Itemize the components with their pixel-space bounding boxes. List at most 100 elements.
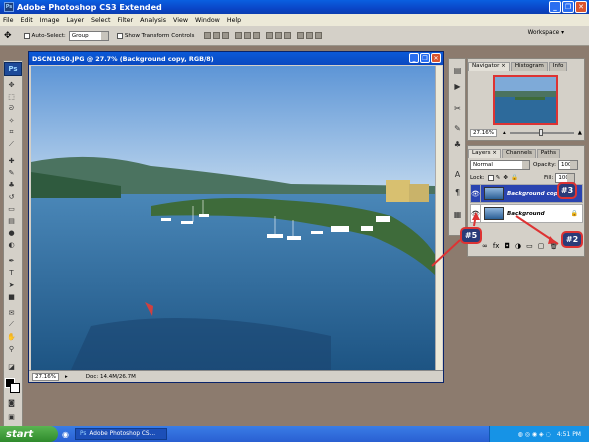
menu-analysis[interactable]: Analysis (140, 17, 166, 24)
hand-tool-icon[interactable]: ✋ (6, 332, 17, 341)
tool-presets-icon[interactable]: ✂ (452, 103, 463, 114)
distribute-center-icon[interactable] (306, 32, 314, 39)
menu-layer[interactable]: Layer (66, 17, 84, 24)
doc-close-button[interactable]: ✕ (431, 53, 441, 63)
navigator-zoom-value[interactable]: 27.16% (470, 129, 497, 137)
menu-image[interactable]: Image (40, 17, 60, 24)
align-center-icon[interactable] (244, 32, 252, 39)
brush-tool-icon[interactable]: ✎ (6, 168, 17, 177)
tab-channels[interactable]: Channels (501, 149, 536, 158)
tab-layers[interactable]: Layers × (468, 149, 501, 158)
screen-mode-icon[interactable]: ▣ (6, 412, 17, 421)
zoom-in-icon[interactable]: ▲ (578, 130, 582, 136)
lock-transparent-icon[interactable] (487, 175, 494, 181)
zoom-level[interactable]: 27.16% (32, 372, 59, 381)
layer-name[interactable]: Background (507, 211, 545, 217)
lock-all-icon[interactable]: 🔒 (511, 175, 518, 181)
document-title-bar[interactable]: DSCN1050.JPG @ 27.7% (Background copy, R… (29, 52, 443, 65)
align-top-icon[interactable] (204, 32, 212, 39)
align-right-icon[interactable] (253, 32, 261, 39)
distribute-middle-icon[interactable] (275, 32, 283, 39)
zoom-tool-icon[interactable]: ⚲ (6, 344, 17, 353)
align-left-icon[interactable] (235, 32, 243, 39)
menu-edit[interactable]: Edit (21, 17, 33, 24)
close-button[interactable]: ✕ (575, 1, 587, 13)
blur-tool-icon[interactable]: ● (6, 228, 17, 237)
tray-icons[interactable]: ◍ ◎ ◉ ◈ ◌ (518, 431, 551, 438)
character-panel-icon[interactable]: A (452, 169, 463, 180)
lasso-tool-icon[interactable]: ᘐ (6, 104, 17, 113)
tab-info[interactable]: Info (548, 62, 568, 71)
move-tool-icon[interactable]: ✥ (4, 31, 12, 41)
restore-button[interactable]: ❐ (562, 1, 574, 13)
new-group-icon[interactable]: ▭ (526, 242, 533, 250)
distribute-right-icon[interactable] (315, 32, 323, 39)
navigator-zoom-slider[interactable] (509, 129, 574, 136)
paragraph-panel-icon[interactable]: ¶ (452, 187, 463, 198)
clone-stamp-tool-icon[interactable]: ♣ (6, 180, 17, 189)
layer-style-icon[interactable]: fx (493, 242, 500, 250)
magic-wand-tool-icon[interactable]: ✧ (6, 116, 17, 125)
distribute-left-icon[interactable] (297, 32, 305, 39)
navigator-thumbnail[interactable] (493, 75, 558, 125)
eraser-tool-icon[interactable]: ▭ (6, 204, 17, 213)
start-button[interactable]: start (0, 426, 58, 442)
actions-panel-icon[interactable]: ▶ (452, 81, 463, 92)
layer-row-background[interactable]: 👁 Background 🔒 (470, 204, 583, 223)
pen-tool-icon[interactable]: ✒ (6, 256, 17, 265)
show-transform-checkbox[interactable] (116, 32, 123, 39)
distribute-top-icon[interactable] (266, 32, 274, 39)
auto-select-checkbox[interactable] (23, 32, 30, 39)
document-window[interactable]: DSCN1050.JPG @ 27.7% (Background copy, R… (28, 51, 444, 383)
brushes-panel-icon[interactable]: ✎ (452, 123, 463, 134)
history-brush-tool-icon[interactable]: ↺ (6, 192, 17, 201)
menu-window[interactable]: Window (195, 17, 220, 24)
align-bottom-icon[interactable] (222, 32, 230, 39)
lock-pixels-icon[interactable]: ✎ (496, 175, 501, 181)
minimize-button[interactable]: _ (549, 1, 561, 13)
zoom-slider-knob[interactable] (538, 129, 543, 136)
adjustment-layer-icon[interactable]: ◑ (515, 242, 521, 250)
delete-layer-icon[interactable]: 🗑 (549, 242, 558, 250)
distribute-bottom-icon[interactable] (284, 32, 292, 39)
eye-visibility-icon[interactable]: 👁 (471, 205, 481, 222)
path-selection-tool-icon[interactable]: ➤ (6, 280, 17, 289)
background-color-swatch[interactable] (10, 383, 20, 393)
dodge-tool-icon[interactable]: ◐ (6, 240, 17, 249)
history-panel-icon[interactable]: ▤ (452, 65, 463, 76)
menu-view[interactable]: View (173, 17, 188, 24)
align-middle-icon[interactable] (213, 32, 221, 39)
quick-mask-icon[interactable]: ◙ (6, 398, 17, 407)
menu-help[interactable]: Help (227, 17, 241, 24)
menu-filter[interactable]: Filter (117, 17, 133, 24)
opacity-input[interactable]: 100% (558, 160, 578, 170)
eyedropper-tool-icon[interactable]: ⟋ (6, 320, 17, 329)
vertical-scrollbar[interactable] (435, 66, 442, 370)
new-layer-icon[interactable]: ▢ (538, 242, 545, 250)
layer-name[interactable]: Background copy (507, 191, 561, 197)
lock-position-icon[interactable]: ✥ (503, 175, 508, 181)
move-tool-icon[interactable]: ✥ (6, 80, 17, 89)
shape-tool-icon[interactable]: ■ (6, 292, 17, 301)
menu-file[interactable]: File (3, 17, 14, 24)
doc-restore-button[interactable]: ❐ (420, 53, 430, 63)
clone-source-icon[interactable]: ♣ (452, 139, 463, 150)
status-menu-icon[interactable]: ▸ (65, 374, 68, 380)
doc-minimize-button[interactable]: _ (409, 53, 419, 63)
zoom-out-icon[interactable]: ▴ (503, 130, 506, 136)
default-colors-icon[interactable]: ◪ (6, 362, 17, 371)
add-mask-icon[interactable]: ◘ (504, 242, 510, 250)
marquee-tool-icon[interactable]: ⬚ (6, 92, 17, 101)
workspace-button[interactable]: Workspace ▾ (528, 30, 564, 36)
taskbar-photoshop-button[interactable]: Ps Adobe Photoshop CS... (74, 428, 167, 440)
type-tool-icon[interactable]: T (6, 268, 17, 277)
tab-histogram[interactable]: Histogram (510, 62, 548, 71)
slice-tool-icon[interactable]: ⟋ (6, 140, 17, 149)
gradient-tool-icon[interactable]: ▤ (6, 216, 17, 225)
healing-brush-tool-icon[interactable]: ✚ (6, 156, 17, 165)
notes-tool-icon[interactable]: ✉ (6, 308, 17, 317)
blend-mode-dropdown[interactable]: Normal (470, 160, 530, 170)
quicklaunch-icon[interactable]: ◉ (62, 430, 69, 439)
tab-paths[interactable]: Paths (536, 149, 561, 158)
eye-visibility-icon[interactable]: 👁 (471, 185, 481, 202)
